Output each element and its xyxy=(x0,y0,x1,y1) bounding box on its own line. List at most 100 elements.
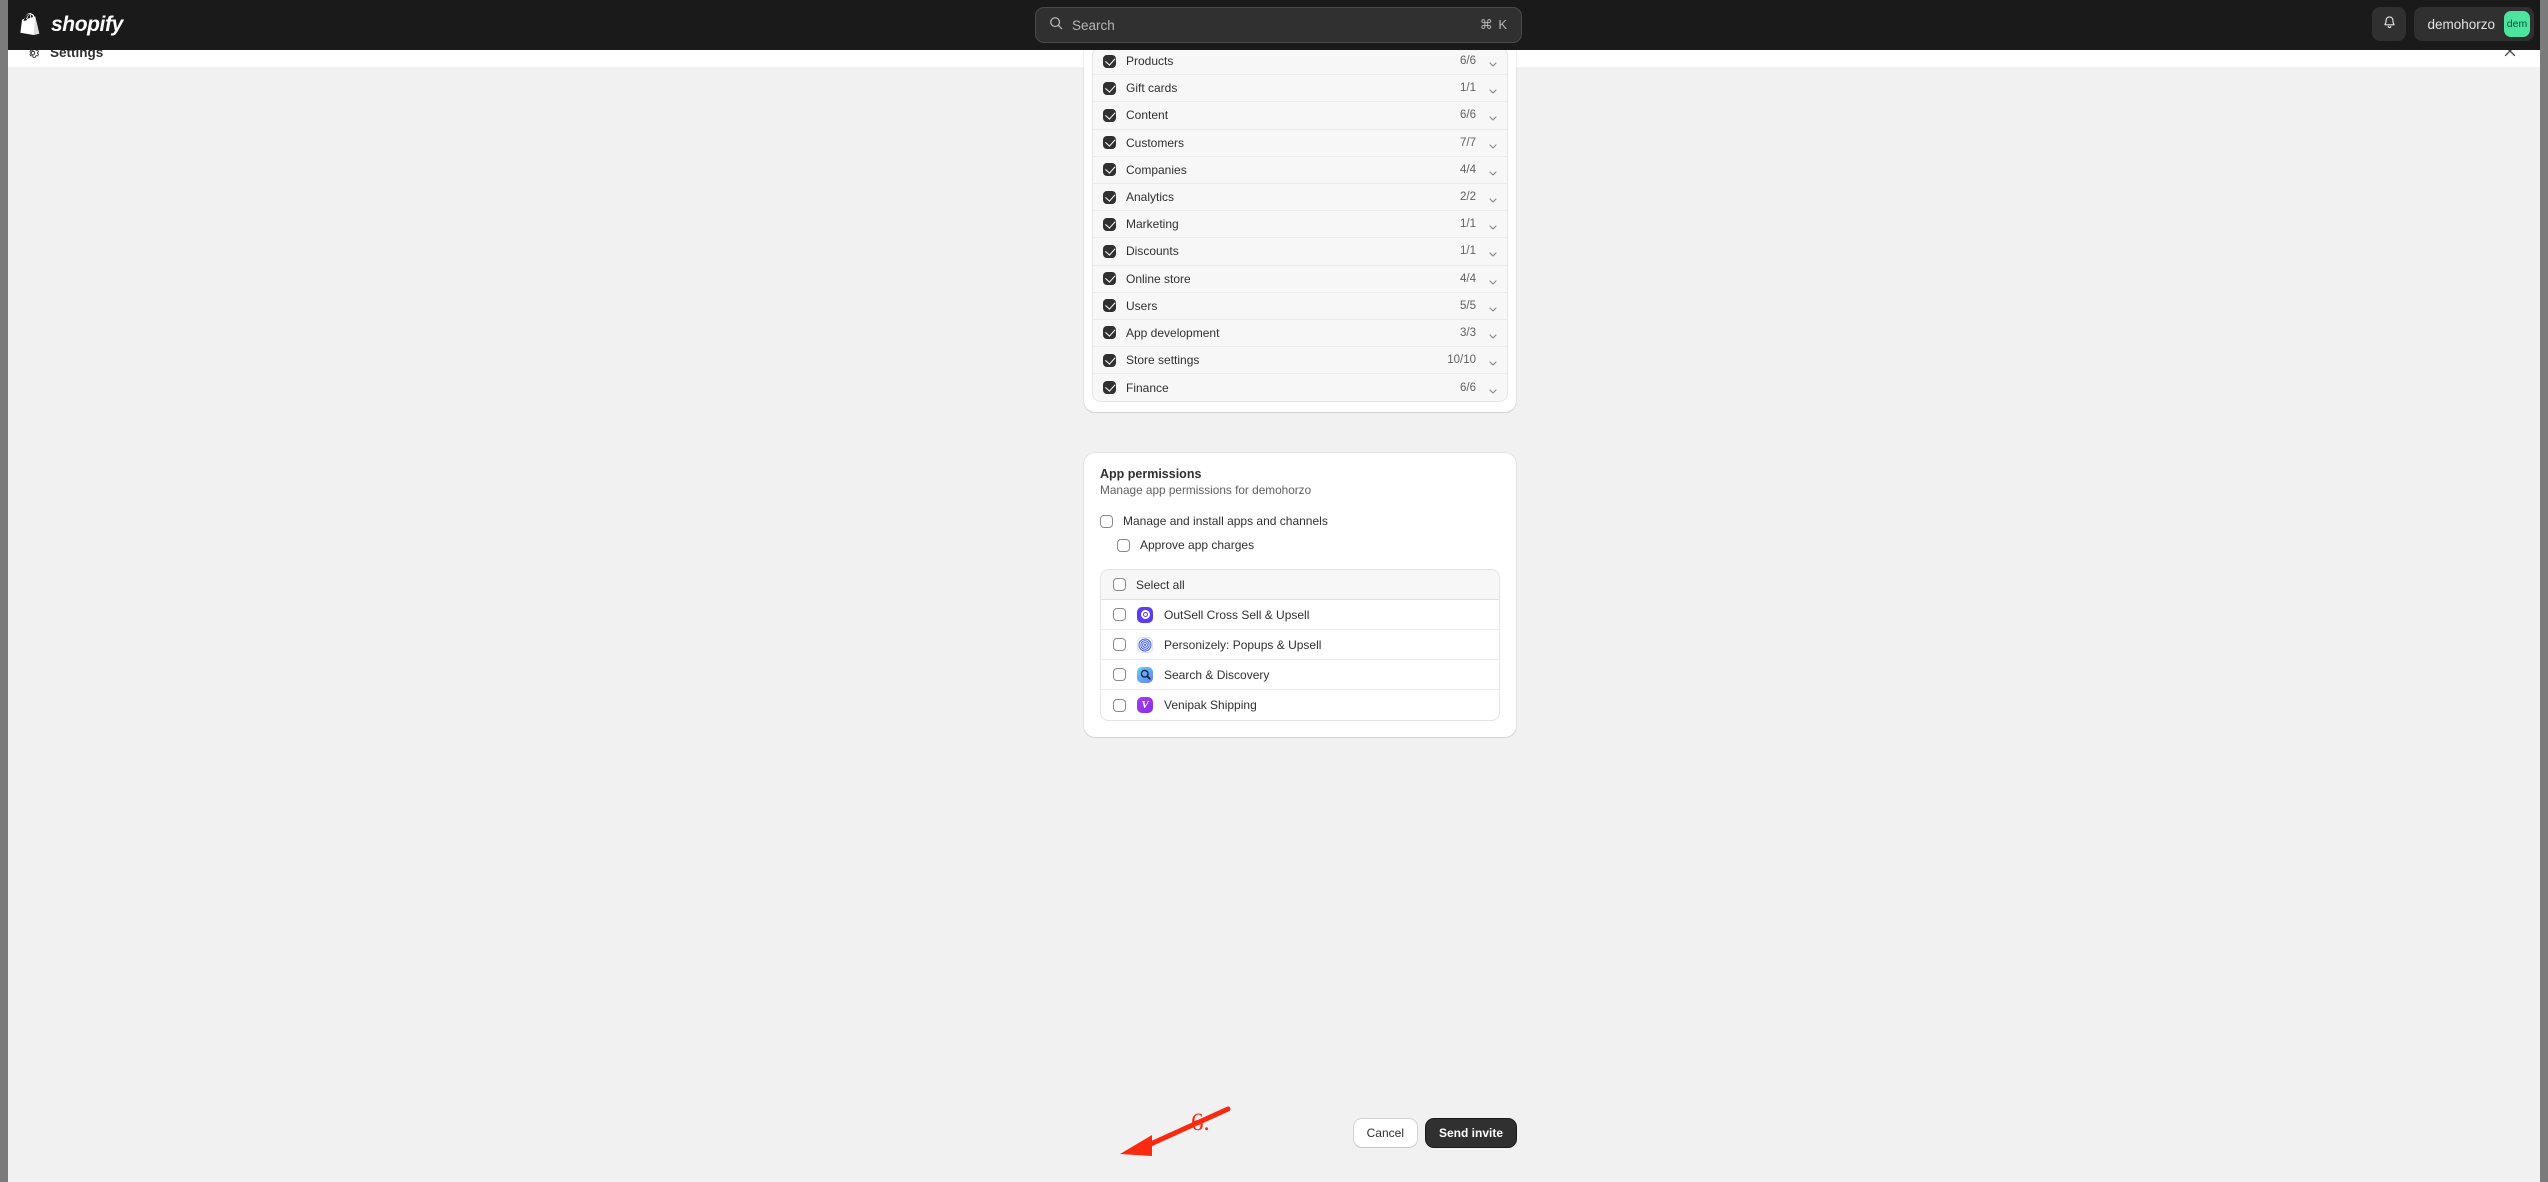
manage-apps-label: Manage and install apps and channels xyxy=(1123,514,1328,528)
permission-checkbox[interactable] xyxy=(1103,163,1116,176)
permission-checkbox[interactable] xyxy=(1103,55,1116,68)
global-search[interactable]: Search ⌘ K xyxy=(1035,7,1522,43)
account-button[interactable]: demohorzo dem xyxy=(2414,7,2534,41)
chevron-down-icon[interactable] xyxy=(1488,328,1498,338)
search-discovery-app-icon xyxy=(1137,667,1153,683)
chevron-down-icon[interactable] xyxy=(1488,355,1498,365)
permission-checkbox[interactable] xyxy=(1103,381,1116,394)
permission-label: Companies xyxy=(1126,163,1460,177)
avatar: dem xyxy=(2504,11,2530,37)
permission-checkbox[interactable] xyxy=(1103,136,1116,149)
topbar-right-cluster: demohorzo dem xyxy=(2372,7,2534,41)
app-checkbox[interactable] xyxy=(1113,668,1126,681)
permission-label: Gift cards xyxy=(1126,81,1460,95)
app-row-outsell[interactable]: OutSell Cross Sell & Upsell xyxy=(1101,600,1499,630)
permission-label: Marketing xyxy=(1126,217,1460,231)
permission-checkbox[interactable] xyxy=(1103,109,1116,122)
permission-checkbox[interactable] xyxy=(1103,299,1116,312)
permission-checkbox[interactable] xyxy=(1103,82,1116,95)
permission-checkbox[interactable] xyxy=(1103,326,1116,339)
app-checkbox[interactable] xyxy=(1113,638,1126,651)
app-row-venipak[interactable]: V Venipak Shipping xyxy=(1101,690,1499,720)
select-all-row[interactable]: Select all xyxy=(1101,570,1499,600)
permission-label: Users xyxy=(1126,299,1460,313)
permission-row-content[interactable]: Content 6/6 xyxy=(1093,102,1507,129)
shopify-logo[interactable]: shopify xyxy=(20,13,123,37)
app-name: OutSell Cross Sell & Upsell xyxy=(1164,608,1309,622)
app-name: Venipak Shipping xyxy=(1164,698,1257,712)
manage-apps-checkbox[interactable] xyxy=(1100,515,1113,528)
permission-row-analytics[interactable]: Analytics 2/2 xyxy=(1093,184,1507,211)
permission-count: 4/4 xyxy=(1460,273,1476,285)
app-permissions-subtitle: Manage app permissions for demohorzo xyxy=(1100,483,1500,497)
permission-label: Analytics xyxy=(1126,190,1460,204)
app-row-search-discovery[interactable]: Search & Discovery xyxy=(1101,660,1499,690)
permission-row-online-store[interactable]: Online store 4/4 xyxy=(1093,266,1507,293)
permission-row-marketing[interactable]: Marketing 1/1 xyxy=(1093,211,1507,238)
bell-icon xyxy=(2382,15,2397,33)
permission-count: 6/6 xyxy=(1460,382,1476,394)
notifications-button[interactable] xyxy=(2372,7,2406,41)
permission-count: 1/1 xyxy=(1460,245,1476,257)
checkbox-approve-app-charges[interactable]: Approve app charges xyxy=(1117,538,1500,552)
approve-charges-label: Approve app charges xyxy=(1140,538,1254,552)
chevron-down-icon[interactable] xyxy=(1488,219,1498,229)
permission-count: 2/2 xyxy=(1460,191,1476,203)
shopify-bag-icon xyxy=(20,13,42,37)
app-name: Search & Discovery xyxy=(1164,668,1269,682)
permission-count: 6/6 xyxy=(1460,55,1476,67)
outsell-app-icon xyxy=(1137,607,1153,623)
account-name: demohorzo xyxy=(2427,17,2495,32)
app-permissions-title: App permissions xyxy=(1100,467,1500,481)
permission-label: Customers xyxy=(1126,136,1460,150)
permission-checkbox[interactable] xyxy=(1103,218,1116,231)
modal-footer-actions: Cancel Send invite xyxy=(1084,1119,1516,1147)
send-invite-button[interactable]: Send invite xyxy=(1426,1119,1516,1147)
search-input[interactable]: Search ⌘ K xyxy=(1035,7,1522,43)
chevron-down-icon[interactable] xyxy=(1488,274,1498,284)
permission-row-customers[interactable]: Customers 7/7 xyxy=(1093,130,1507,157)
permission-label: Store settings xyxy=(1126,353,1447,367)
permission-row-companies[interactable]: Companies 4/4 xyxy=(1093,157,1507,184)
window-chrome-left xyxy=(0,0,8,1182)
permission-label: Content xyxy=(1126,108,1460,122)
chevron-down-icon[interactable] xyxy=(1488,110,1498,120)
search-placeholder: Search xyxy=(1072,18,1471,33)
permission-checkbox[interactable] xyxy=(1103,272,1116,285)
permission-count: 1/1 xyxy=(1460,82,1476,94)
permissions-list: Products 6/6 Gift cards 1/1 Content 6/6 xyxy=(1092,47,1508,402)
chevron-down-icon[interactable] xyxy=(1488,138,1498,148)
chevron-down-icon[interactable] xyxy=(1488,83,1498,93)
window-chrome-right-scrollbar[interactable] xyxy=(2540,0,2548,1182)
permission-count: 5/5 xyxy=(1460,300,1476,312)
chevron-down-icon[interactable] xyxy=(1488,246,1498,256)
select-all-label: Select all xyxy=(1136,578,1185,592)
permission-count: 1/1 xyxy=(1460,218,1476,230)
permission-row-products[interactable]: Products 6/6 xyxy=(1093,48,1507,75)
permission-row-discounts[interactable]: Discounts 1/1 xyxy=(1093,238,1507,265)
permission-row-finance[interactable]: Finance 6/6 xyxy=(1093,374,1507,401)
chevron-down-icon[interactable] xyxy=(1488,165,1498,175)
chevron-down-icon[interactable] xyxy=(1488,301,1498,311)
chevron-down-icon[interactable] xyxy=(1488,56,1498,66)
cancel-button[interactable]: Cancel xyxy=(1354,1119,1417,1147)
approve-charges-checkbox[interactable] xyxy=(1117,539,1130,552)
permission-label: App development xyxy=(1126,326,1460,340)
search-icon xyxy=(1049,16,1063,35)
permission-checkbox[interactable] xyxy=(1103,354,1116,367)
permission-checkbox[interactable] xyxy=(1103,245,1116,258)
select-all-checkbox[interactable] xyxy=(1113,578,1126,591)
permission-checkbox[interactable] xyxy=(1103,191,1116,204)
chevron-down-icon[interactable] xyxy=(1488,383,1498,393)
permission-row-gift-cards[interactable]: Gift cards 1/1 xyxy=(1093,75,1507,102)
settings-modal: Settings Products 6/6 xyxy=(8,38,2540,1182)
chevron-down-icon[interactable] xyxy=(1488,192,1498,202)
permission-row-app-development[interactable]: App development 3/3 xyxy=(1093,320,1507,347)
app-checkbox[interactable] xyxy=(1113,608,1126,621)
permission-row-store-settings[interactable]: Store settings 10/10 xyxy=(1093,347,1507,374)
modal-body: Products 6/6 Gift cards 1/1 Content 6/6 xyxy=(8,67,2540,1182)
app-checkbox[interactable] xyxy=(1113,699,1126,712)
checkbox-manage-install-apps[interactable]: Manage and install apps and channels xyxy=(1100,514,1500,528)
permission-row-users[interactable]: Users 5/5 xyxy=(1093,293,1507,320)
app-row-personizely[interactable]: Personizely: Popups & Upsell xyxy=(1101,630,1499,660)
